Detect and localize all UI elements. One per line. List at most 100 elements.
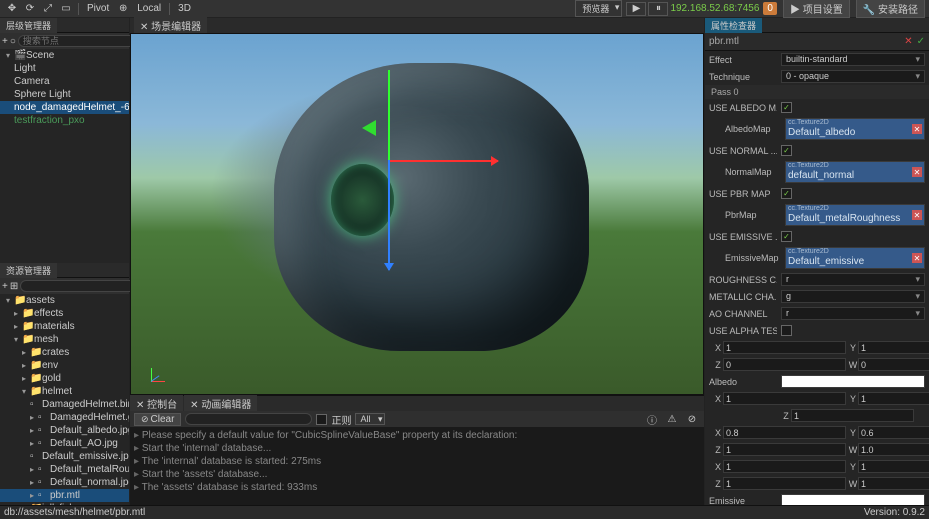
folder-item[interactable]: ▸📁crates bbox=[0, 346, 129, 359]
vec-y[interactable] bbox=[858, 341, 929, 354]
file-item[interactable]: ▫Default_emissive.jpg bbox=[0, 450, 129, 463]
pivot-toggle[interactable]: Pivot bbox=[83, 3, 113, 14]
local-toggle[interactable]: Local bbox=[133, 3, 165, 14]
main-toolbar: ✥ ⟳ ⤢ ▭ Pivot ⊕ Local 3D 预览器 ▶ ⏸ 192.168… bbox=[0, 0, 929, 18]
vec-z[interactable] bbox=[723, 443, 846, 456]
file-pbr-mtl[interactable]: ▸▫pbr.mtl bbox=[0, 489, 129, 502]
map-checkbox[interactable] bbox=[781, 102, 792, 113]
vec-x[interactable] bbox=[723, 426, 846, 439]
map-checkbox[interactable] bbox=[781, 231, 792, 242]
technique-label: Technique bbox=[709, 72, 777, 82]
file-item[interactable]: ▸▫Default_normal.jpg bbox=[0, 476, 129, 489]
pass0-header[interactable]: Pass 0 bbox=[705, 85, 929, 99]
texture-slot[interactable]: cc.Texture2DDefault_metalRoughness✕ bbox=[785, 204, 925, 226]
gizmo-z-axis[interactable] bbox=[388, 160, 390, 270]
apply-icon[interactable]: ✓ bbox=[917, 36, 925, 47]
move-tool[interactable]: ✥ bbox=[4, 2, 20, 16]
refresh-tool[interactable]: ⟳ bbox=[22, 2, 38, 16]
assets-tab[interactable]: 资源管理器 bbox=[0, 263, 57, 278]
vec-w[interactable] bbox=[858, 443, 929, 456]
file-item[interactable]: ▸▫Default_metalRoughness.jp bbox=[0, 463, 129, 476]
expand-all-button[interactable]: ○ bbox=[10, 34, 16, 48]
albedo-color[interactable] bbox=[781, 375, 925, 388]
gizmo-y-axis[interactable] bbox=[388, 70, 390, 160]
vec-z[interactable] bbox=[723, 358, 846, 371]
folder-item[interactable]: ▸📁effects bbox=[0, 307, 129, 320]
filter-dropdown[interactable]: All bbox=[355, 413, 385, 425]
alphatest-checkbox[interactable] bbox=[781, 325, 792, 336]
effect-select[interactable]: builtin-standard bbox=[781, 53, 925, 66]
revert-icon[interactable]: ✕ bbox=[904, 36, 912, 47]
scene-tab[interactable]: ✕ 场景编辑器 bbox=[134, 17, 207, 34]
hierarchy-tab[interactable]: 层级管理器 bbox=[0, 18, 57, 33]
scene-root[interactable]: ▾🎬Scene bbox=[0, 49, 129, 62]
folder-item[interactable]: ▸📁env bbox=[0, 359, 129, 372]
scene-viewport[interactable] bbox=[130, 33, 704, 395]
tree-item[interactable]: Camera bbox=[0, 75, 129, 88]
vec-y[interactable] bbox=[858, 392, 929, 405]
add-node-button[interactable]: + bbox=[2, 34, 8, 48]
warn-icon[interactable]: ⚠ bbox=[664, 412, 680, 426]
assets-search[interactable] bbox=[20, 280, 147, 292]
vec-w[interactable] bbox=[858, 358, 929, 371]
mode-3d[interactable]: 3D bbox=[174, 3, 195, 14]
pause-button[interactable]: ⏸ bbox=[648, 2, 668, 16]
file-item[interactable]: ▸▫Default_AO.jpg bbox=[0, 437, 129, 450]
transform-gizmo[interactable] bbox=[388, 160, 389, 161]
clear-button[interactable]: ⊘ Clear bbox=[134, 413, 181, 426]
vec-x[interactable] bbox=[723, 341, 846, 354]
vec-y[interactable] bbox=[858, 460, 929, 473]
remove-texture-icon[interactable]: ✕ bbox=[912, 210, 922, 220]
emissive-color[interactable] bbox=[781, 494, 925, 505]
rect-tool[interactable]: ▭ bbox=[58, 2, 74, 16]
map-checkbox[interactable] bbox=[781, 145, 792, 156]
build-button[interactable]: 🔧 安装路径 bbox=[856, 0, 925, 18]
tree-item[interactable]: Sphere Light bbox=[0, 88, 129, 101]
folder-item[interactable]: ▸📁gold bbox=[0, 372, 129, 385]
play-button[interactable]: ▶ bbox=[626, 2, 646, 16]
channel-select[interactable]: g bbox=[781, 290, 925, 303]
remove-texture-icon[interactable]: ✕ bbox=[912, 124, 922, 134]
map-sub-label: EmissiveMap bbox=[725, 253, 781, 263]
tree-item[interactable]: testfraction_pxo bbox=[0, 114, 129, 127]
gizmo-x-axis[interactable] bbox=[388, 160, 498, 162]
console-line: Start the 'assets' database... bbox=[134, 468, 700, 481]
texture-slot[interactable]: cc.Texture2Ddefault_normal✕ bbox=[785, 161, 925, 183]
vec-z[interactable] bbox=[723, 477, 846, 490]
preview-dropdown[interactable]: 预览器 bbox=[575, 0, 622, 17]
folder-helmet[interactable]: ▾📁helmet bbox=[0, 385, 129, 398]
info-icon[interactable]: ⓘ bbox=[644, 412, 660, 426]
vec-w[interactable] bbox=[858, 477, 929, 490]
remove-texture-icon[interactable]: ✕ bbox=[912, 167, 922, 177]
vec-y[interactable] bbox=[858, 426, 929, 439]
animation-tab[interactable]: ✕ 动画编辑器 bbox=[184, 395, 257, 412]
file-item[interactable]: ▫DamagedHelmet.bin bbox=[0, 398, 129, 411]
folder-item[interactable]: ▾📁mesh bbox=[0, 333, 129, 346]
tree-item[interactable]: Light bbox=[0, 62, 129, 75]
file-item[interactable]: ▸▫DamagedHelmet.gltf bbox=[0, 411, 129, 424]
inspector-tab[interactable]: 属性检查器 bbox=[705, 18, 762, 33]
console-tab[interactable]: ✕ 控制台 bbox=[130, 395, 183, 412]
hierarchy-search[interactable] bbox=[18, 35, 145, 47]
sort-button[interactable]: ⊞ bbox=[10, 279, 18, 293]
vec-x[interactable] bbox=[723, 460, 846, 473]
remove-texture-icon[interactable]: ✕ bbox=[912, 253, 922, 263]
vec-z[interactable] bbox=[791, 409, 914, 422]
console-search[interactable] bbox=[185, 413, 312, 425]
texture-slot[interactable]: cc.Texture2DDefault_emissive✕ bbox=[785, 247, 925, 269]
channel-select[interactable]: r bbox=[781, 273, 925, 286]
add-asset-button[interactable]: + bbox=[2, 279, 8, 293]
texture-slot[interactable]: cc.Texture2DDefault_albedo✕ bbox=[785, 118, 925, 140]
assets-root[interactable]: ▾📁assets bbox=[0, 294, 129, 307]
scale-tool[interactable]: ⤢ bbox=[40, 2, 56, 16]
file-item[interactable]: ▸▫Default_albedo.jpg bbox=[0, 424, 129, 437]
error-icon[interactable]: ⊘ bbox=[684, 412, 700, 426]
tree-item-selected[interactable]: node_damagedHelmet_-6514 bbox=[0, 101, 129, 114]
folder-item[interactable]: ▸📁materials bbox=[0, 320, 129, 333]
map-checkbox[interactable] bbox=[781, 188, 792, 199]
regex-checkbox[interactable] bbox=[316, 414, 327, 425]
vec-x[interactable] bbox=[723, 392, 846, 405]
project-settings-button[interactable]: ▶ 项目设置 bbox=[783, 0, 850, 18]
channel-select[interactable]: r bbox=[781, 307, 925, 320]
technique-select[interactable]: 0 - opaque bbox=[781, 70, 925, 83]
